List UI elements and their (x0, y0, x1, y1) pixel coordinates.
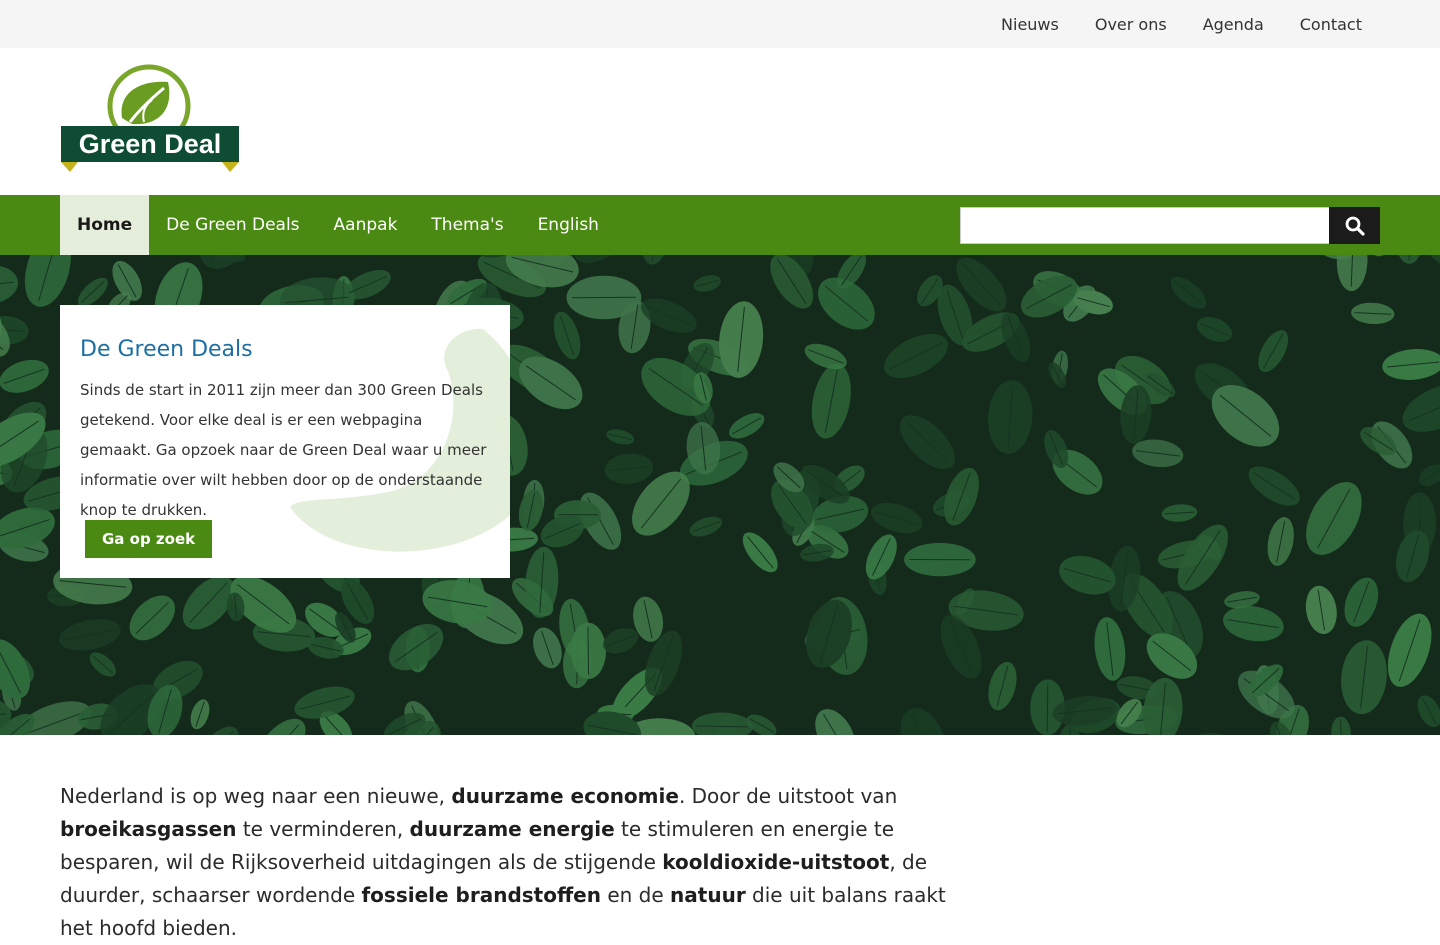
intro-text: te verminderen, (236, 817, 409, 841)
topnav-link-agenda[interactable]: Agenda (1203, 15, 1264, 34)
topnav-link-contact[interactable]: Contact (1300, 15, 1362, 34)
main-nav-items: HomeDe Green DealsAanpakThema'sEnglish (60, 195, 616, 255)
hero-card: De Green Deals Sinds de start in 2011 zi… (60, 305, 510, 578)
card-title: De Green Deals (80, 337, 253, 362)
topnav-link-over-ons[interactable]: Over ons (1095, 15, 1167, 34)
main-navigation: HomeDe Green DealsAanpakThema'sEnglish (0, 195, 1440, 255)
top-utility-bar: Nieuws Over ons Agenda Contact (0, 0, 1440, 48)
intro-keyword[interactable]: kooldioxide-uitstoot (662, 850, 889, 874)
logo-text: Green Deal (79, 129, 222, 159)
search-form (960, 207, 1380, 244)
intro-keyword[interactable]: duurzame energie (410, 817, 615, 841)
intro-keyword[interactable]: broeikasgassen (60, 817, 236, 841)
intro-paragraph: Nederland is op weg naar een nieuwe, duu… (60, 780, 950, 945)
search-deals-button[interactable]: Ga op zoek (85, 520, 212, 558)
search-icon (1345, 216, 1365, 236)
intro-text: Nederland is op weg naar een nieuwe, (60, 784, 451, 808)
nav-item-aanpak[interactable]: Aanpak (317, 195, 415, 255)
intro-keyword[interactable]: fossiele brandstoffen (361, 883, 601, 907)
intro-text: en de (601, 883, 670, 907)
nav-item-thema-s[interactable]: Thema's (414, 195, 520, 255)
hero-banner: De Green Deals Sinds de start in 2011 zi… (0, 255, 1440, 735)
intro-keyword[interactable]: natuur (670, 883, 746, 907)
nav-item-home[interactable]: Home (60, 195, 149, 255)
green-deal-logo: Green Deal (60, 64, 240, 172)
intro-keyword[interactable]: duurzame economie (451, 784, 679, 808)
utility-nav: Nieuws Over ons Agenda Contact (1001, 0, 1362, 48)
topnav-link-nieuws[interactable]: Nieuws (1001, 15, 1059, 34)
nav-item-english[interactable]: English (521, 195, 616, 255)
card-text: Sinds de start in 2011 zijn meer dan 300… (80, 375, 490, 525)
site-logo[interactable]: Green Deal (60, 64, 240, 172)
nav-item-de-green-deals[interactable]: De Green Deals (149, 195, 316, 255)
site-header: Green Deal (0, 48, 1440, 195)
search-button[interactable] (1329, 207, 1380, 244)
intro-text: . Door de uitstoot van (679, 784, 897, 808)
search-input[interactable] (960, 207, 1329, 244)
